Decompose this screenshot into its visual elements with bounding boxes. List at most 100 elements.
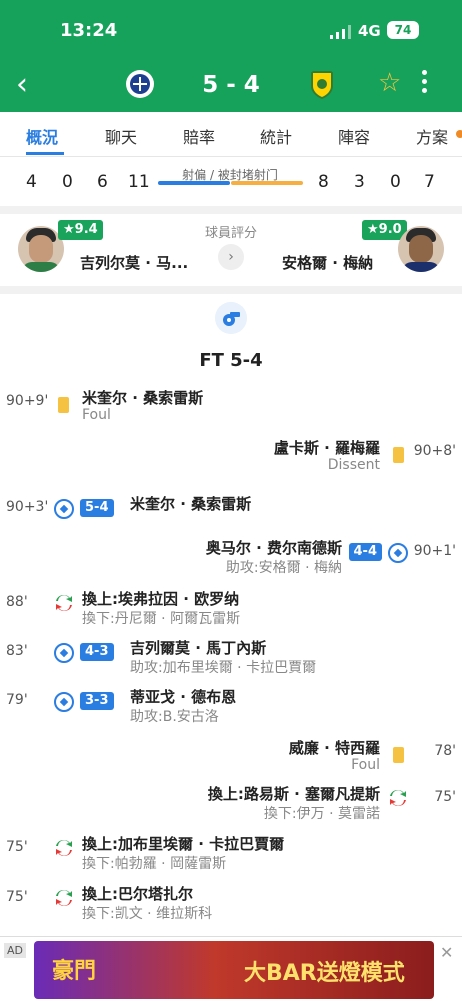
event-detail: 助攻:B.安古洛	[130, 709, 219, 725]
stat-left-1: 4	[26, 172, 37, 192]
event-detail: 助攻:加布里埃爾 · 卡拉巴賈爾	[130, 660, 317, 676]
tab-bar: 概況 聊天 賠率 統計 陣容 方案	[0, 112, 462, 157]
avatar[interactable]	[398, 226, 444, 272]
active-tab-underline	[26, 152, 64, 155]
tab-chat[interactable]: 聊天	[105, 124, 137, 148]
event-row: 79' 3-3 蒂亚戈 · 德布恩助攻:B.安古洛	[0, 686, 462, 728]
rating-name-right: 安格爾 · 梅納	[282, 254, 374, 272]
battery-icon: 74	[387, 21, 419, 39]
event-row: 83' 4-3 吉列爾莫 · 馬丁內斯助攻:加布里埃爾 · 卡拉巴賈爾	[0, 637, 462, 679]
tab-stats[interactable]: 統計	[260, 124, 292, 148]
ad-left-text: 豪門	[52, 959, 97, 984]
tab-odds[interactable]: 賠率	[183, 124, 215, 148]
favorite-star-icon[interactable]: ☆	[378, 68, 401, 98]
event-row: 75' 換上:巴尔塔扎尔換下:凯文 · 维拉斯科	[0, 883, 462, 925]
tab-plan[interactable]: 方案	[416, 124, 448, 148]
event-row: 90+9' 米奎尔 · 桑索雷斯 Foul	[0, 387, 462, 429]
event-minute: 75'	[6, 889, 28, 905]
event-row: 88' 換上:埃弗拉因 · 欧罗纳換下:丹尼爾 · 阿爾瓦雷斯	[0, 588, 462, 630]
event-player[interactable]: 奥马尔 · 费尔南德斯	[206, 537, 342, 558]
stat-right-4: 7	[424, 172, 435, 192]
full-time-score: FT 5-4	[199, 350, 263, 371]
event-player[interactable]: 換上:埃弗拉因 · 欧罗纳	[82, 588, 239, 609]
away-team-crest-icon[interactable]	[306, 68, 338, 100]
signal-icon	[330, 25, 351, 39]
rating-name-left: 吉列尔莫 · 马...	[80, 254, 189, 272]
event-player[interactable]: 威廉 · 特西羅	[289, 737, 380, 758]
event-row: 75' 換上:加布里埃爾 · 卡拉巴賈爾換下:帕勃羅 · 岡薩雷斯	[0, 833, 462, 875]
event-detail: 換下:帕勃羅 · 岡薩雷斯	[82, 856, 227, 872]
football-icon	[54, 643, 74, 663]
event-minute: 79'	[6, 692, 28, 708]
match-header: ‹ 5 - 4 ☆	[0, 62, 462, 112]
event-player[interactable]: 米奎尔 · 桑索雷斯	[130, 493, 251, 514]
event-player[interactable]: 吉列爾莫 · 馬丁內斯	[130, 637, 266, 658]
stat-right-3: 0	[390, 172, 401, 192]
ratings-title: 球員評分	[204, 226, 257, 241]
event-row: 90+1' 4-4 奥马尔 · 费尔南德斯 助攻:安格爾 · 梅納	[0, 537, 462, 579]
section-divider	[0, 206, 462, 214]
stat-right-1: 8	[318, 172, 329, 192]
back-icon[interactable]: ‹	[16, 70, 28, 100]
tab-overview[interactable]: 概況	[26, 124, 58, 148]
player-ratings-card[interactable]: ★9.4 吉列尔莫 · 马... 球員評分 › 安格爾 · 梅納 ★9.0	[0, 214, 462, 286]
event-player[interactable]: 盧卡斯 · 羅梅羅	[274, 437, 380, 458]
tab-notification-dot	[456, 130, 462, 138]
event-detail: 換下:丹尼爾 · 阿爾瓦雷斯	[82, 611, 241, 627]
ad-tag: AD	[4, 943, 26, 958]
event-minute: 90+1'	[413, 543, 456, 559]
stat-bar-home	[158, 181, 230, 185]
event-minute: 90+8'	[413, 443, 456, 459]
event-player[interactable]: 蒂亚戈 · 德布恩	[130, 686, 236, 707]
event-player[interactable]: 米奎尔 · 桑索雷斯	[82, 387, 203, 408]
yellow-card-icon	[393, 747, 404, 763]
substitution-icon	[56, 594, 72, 612]
event-player[interactable]: 換上:巴尔塔扎尔	[82, 883, 193, 904]
score-badge: 3-3	[80, 692, 114, 710]
score-badge: 5-4	[80, 499, 114, 517]
event-row: 78' 威廉 · 特西羅 Foul	[0, 737, 462, 779]
event-minute: 75'	[434, 789, 456, 805]
event-player[interactable]: 換上:路易斯 · 塞爾凡提斯	[208, 783, 380, 804]
event-row: 90+3' 5-4 米奎尔 · 桑索雷斯	[0, 493, 462, 535]
event-row: 90+8' 盧卡斯 · 羅梅羅 Dissent	[0, 437, 462, 479]
more-options-icon[interactable]	[422, 70, 430, 97]
substitution-icon	[390, 789, 406, 807]
event-player[interactable]: 換上:加布里埃爾 · 卡拉巴賈爾	[82, 833, 284, 854]
event-minute: 83'	[6, 643, 28, 659]
event-detail: 換下:伊万 · 莫雷諾	[263, 806, 380, 822]
event-minute: 78'	[434, 743, 456, 759]
substitution-icon	[56, 889, 72, 907]
ad-image[interactable]: 豪門 大BAR送燈模式	[34, 941, 434, 999]
ad-right-text: 大BAR送燈模式	[244, 961, 405, 986]
network-type: 4G	[358, 22, 381, 40]
event-detail: 助攻:安格爾 · 梅納	[225, 560, 342, 576]
rating-badge-left: ★9.4	[58, 220, 103, 240]
tab-lineup[interactable]: 陣容	[338, 124, 370, 148]
stat-left-3: 6	[97, 172, 108, 192]
chevron-right-icon[interactable]: ›	[218, 244, 244, 270]
event-row: 75' 換上:路易斯 · 塞爾凡提斯換下:伊万 · 莫雷諾	[0, 783, 462, 825]
yellow-card-icon	[393, 447, 404, 463]
event-minute: 75'	[6, 839, 28, 855]
section-divider	[0, 286, 462, 294]
event-detail: Foul	[82, 407, 111, 423]
substitution-icon	[56, 839, 72, 857]
ad-banner[interactable]: AD 豪門 大BAR送燈模式 ✕	[0, 936, 462, 1001]
event-minute: 90+9'	[6, 393, 49, 409]
event-detail: Foul	[351, 757, 380, 773]
event-minute: 90+3'	[6, 499, 49, 515]
football-icon	[54, 692, 74, 712]
match-score: 5 - 4	[202, 72, 260, 98]
event-detail: 換下:凯文 · 维拉斯科	[82, 906, 213, 922]
close-icon[interactable]: ✕	[440, 943, 453, 962]
stat-right-2: 3	[354, 172, 365, 192]
event-minute: 88'	[6, 594, 28, 610]
football-icon	[54, 499, 74, 519]
status-bar: 13:24 4G 74	[0, 0, 462, 62]
stat-left-4: 11	[128, 172, 150, 192]
yellow-card-icon	[58, 397, 69, 413]
whistle-icon	[215, 302, 247, 334]
score-badge: 4-3	[80, 643, 114, 661]
home-team-crest-icon[interactable]	[124, 68, 156, 100]
